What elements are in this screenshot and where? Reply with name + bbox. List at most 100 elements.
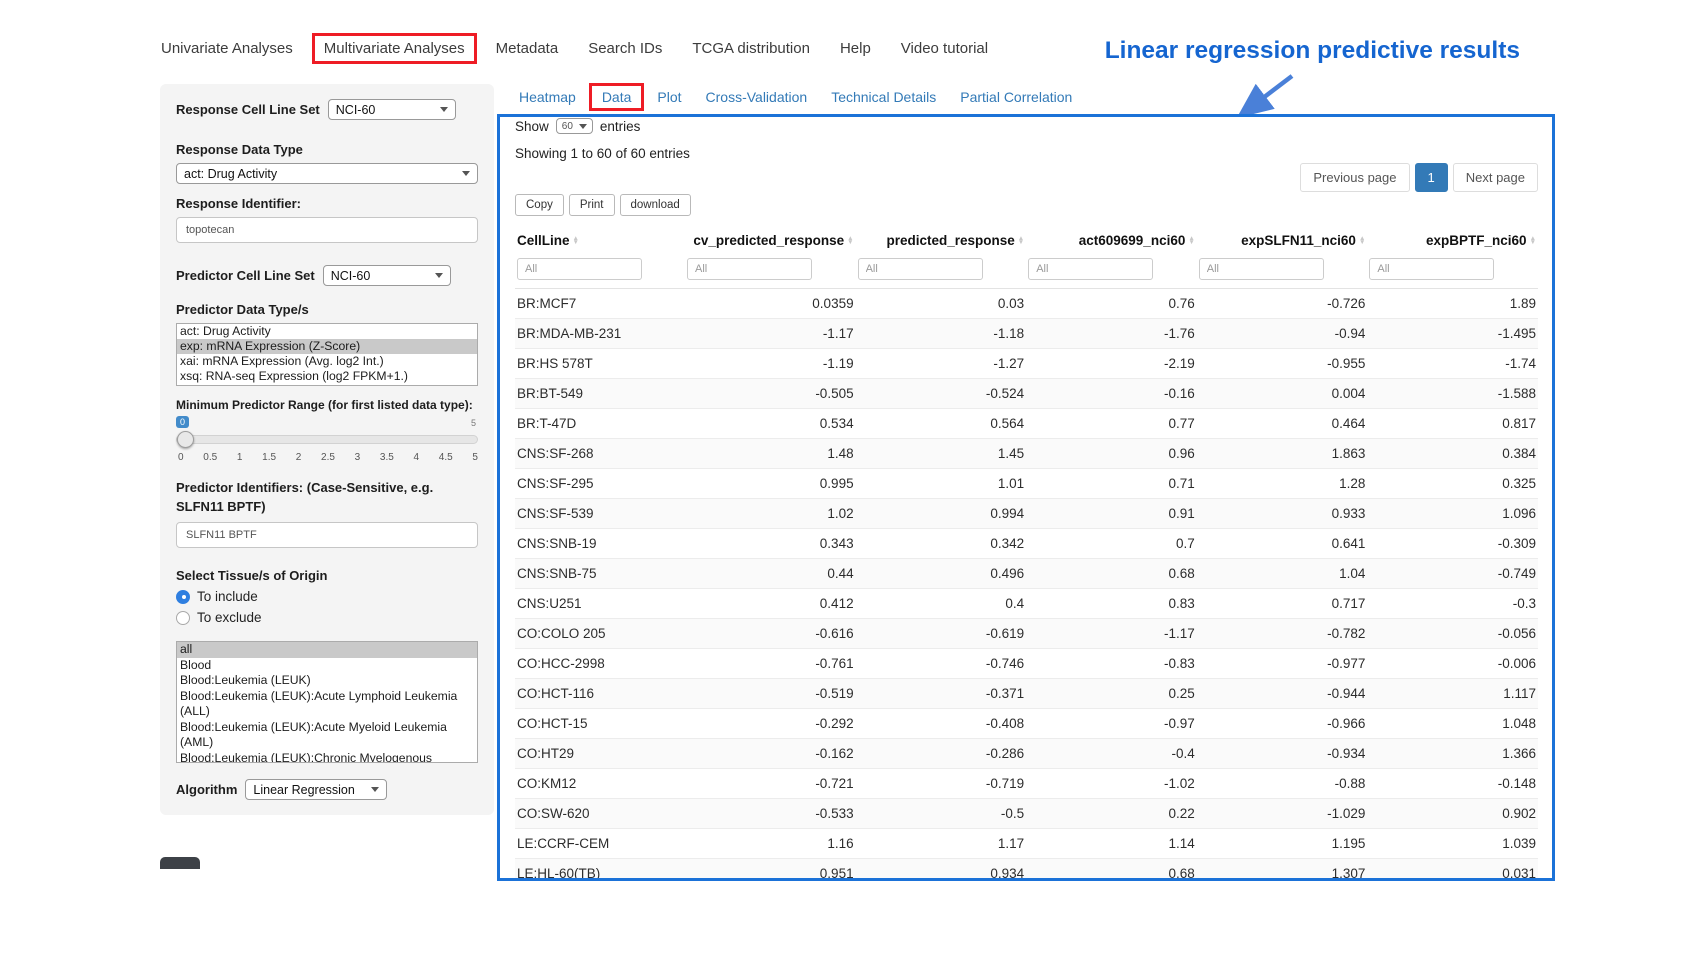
cell-line-name: BR:BT-549 <box>515 379 685 409</box>
sort-icon[interactable]: ▲▼ <box>1530 237 1536 246</box>
cell-value: 0.717 <box>1197 589 1368 619</box>
column-header-cv-predicted-response[interactable]: cv_predicted_response▲▼ <box>685 225 856 256</box>
nav-item-video-tutorial[interactable]: Video tutorial <box>901 40 988 57</box>
algorithm-select[interactable]: Linear Regression <box>245 779 387 800</box>
column-header-cellline[interactable]: CellLine▲▼ <box>515 225 685 256</box>
cell-line-name: LE:CCRF-CEM <box>515 829 685 859</box>
cell-value: 1.28 <box>1197 469 1368 499</box>
cell-value: 1.14 <box>1026 829 1197 859</box>
predictor-cell-line-set-select[interactable]: NCI-60 <box>323 265 451 286</box>
tissue-option[interactable]: Blood:Leukemia (LEUK):Acute Myeloid Leuk… <box>177 720 477 751</box>
copy-button[interactable]: Copy <box>515 194 564 216</box>
result-tabs: HeatmapDataPlotCross-ValidationTechnical… <box>519 89 1072 105</box>
algorithm-value: Linear Regression <box>253 783 354 797</box>
filter-input-expslfn11-nci60[interactable] <box>1199 258 1324 280</box>
predictor-data-type-option[interactable]: exp: mRNA Expression (Z-Score) <box>177 339 477 354</box>
slider-tick-label: 0 <box>178 452 184 463</box>
column-header-act609699-nci60[interactable]: act609699_nci60▲▼ <box>1026 225 1197 256</box>
tab-plot[interactable]: Plot <box>657 89 681 105</box>
nav-item-help[interactable]: Help <box>840 40 871 57</box>
slider-tick-label: 1 <box>237 452 243 463</box>
cell-value: -0.533 <box>685 799 856 829</box>
cell-value: 0.817 <box>1367 409 1538 439</box>
filter-input-cv-predicted-response[interactable] <box>687 258 812 280</box>
download-button[interactable]: download <box>620 194 691 216</box>
cell-line-name: CNS:SF-268 <box>515 439 685 469</box>
tissue-include-option[interactable]: To include <box>176 589 478 604</box>
table-row: BR:T-47D0.5340.5640.770.4640.817 <box>515 409 1538 439</box>
tab-partial-correlation[interactable]: Partial Correlation <box>960 89 1072 105</box>
cell-value: 1.16 <box>685 829 856 859</box>
tab-heatmap[interactable]: Heatmap <box>519 89 576 105</box>
nav-item-univariate-analyses[interactable]: Univariate Analyses <box>161 40 293 57</box>
response-cell-line-set-label: Response Cell Line Set <box>176 102 320 117</box>
filter-input-act609699-nci60[interactable] <box>1028 258 1153 280</box>
filter-input-predicted-response[interactable] <box>858 258 983 280</box>
print-button[interactable]: Print <box>569 194 615 216</box>
min-predictor-range-slider[interactable]: 0 5 00.511.522.533.544.55 <box>176 418 478 466</box>
tissue-exclude-option[interactable]: To exclude <box>176 610 478 625</box>
sort-icon[interactable]: ▲▼ <box>1018 237 1024 246</box>
table-row: CNS:SF-2681.481.450.961.8630.384 <box>515 439 1538 469</box>
response-data-type-select[interactable]: act: Drug Activity <box>176 163 478 184</box>
sort-icon[interactable]: ▲▼ <box>1359 237 1365 246</box>
cell-value: 1.17 <box>856 829 1027 859</box>
cell-value: -1.18 <box>856 319 1027 349</box>
response-cell-line-set-select[interactable]: NCI-60 <box>328 99 456 120</box>
tab-data[interactable]: Data <box>589 83 645 111</box>
cell-value: 1.89 <box>1367 289 1538 319</box>
tab-cross-validation[interactable]: Cross-Validation <box>706 89 808 105</box>
slider-handle[interactable] <box>177 431 194 448</box>
cell-value: -0.944 <box>1197 679 1368 709</box>
sort-down-icon: ▼ <box>847 241 853 246</box>
show-entries-select[interactable]: 60 <box>556 118 593 134</box>
exclude-radio[interactable] <box>176 611 190 625</box>
tab-technical-details[interactable]: Technical Details <box>831 89 936 105</box>
predictor-data-type-option[interactable]: act: Drug Activity <box>177 324 477 339</box>
previous-page-button[interactable]: Previous page <box>1300 163 1409 192</box>
filter-input-expbptf-nci60[interactable] <box>1369 258 1494 280</box>
sort-icon[interactable]: ▲▼ <box>847 237 853 246</box>
predictor-data-type-listbox[interactable]: act: Drug Activityexp: mRNA Expression (… <box>176 323 478 386</box>
tissue-option[interactable]: Blood:Leukemia (LEUK):Chronic Myelogenou… <box>177 751 477 764</box>
table-row: CO:SW-620-0.533-0.50.22-1.0290.902 <box>515 799 1538 829</box>
tissue-listbox[interactable]: allBloodBlood:Leukemia (LEUK)Blood:Leuke… <box>176 641 478 763</box>
cell-line-name: BR:MDA-MB-231 <box>515 319 685 349</box>
cell-value: -0.408 <box>856 709 1027 739</box>
nav-item-tcga-distribution[interactable]: TCGA distribution <box>692 40 810 57</box>
slider-tick-label: 2.5 <box>321 452 335 463</box>
cell-line-name: CNS:SNB-75 <box>515 559 685 589</box>
cell-value: 0.641 <box>1197 529 1368 559</box>
predictor-data-type-option[interactable]: xai: mRNA Expression (Avg. log2 Int.) <box>177 354 477 369</box>
predictor-cell-line-set-label: Predictor Cell Line Set <box>176 268 315 283</box>
nav-item-search-ids[interactable]: Search IDs <box>588 40 662 57</box>
column-header-predicted-response[interactable]: predicted_response▲▼ <box>856 225 1027 256</box>
response-identifier-input[interactable] <box>176 217 478 243</box>
cell-value: -0.97 <box>1026 709 1197 739</box>
nav-item-metadata[interactable]: Metadata <box>496 40 559 57</box>
column-header-expslfn11-nci60[interactable]: expSLFN11_nci60▲▼ <box>1197 225 1368 256</box>
cell-line-name: CO:HT29 <box>515 739 685 769</box>
predictor-identifiers-input[interactable] <box>176 522 478 548</box>
sort-down-icon: ▼ <box>1359 241 1365 246</box>
cell-line-name: CNS:SNB-19 <box>515 529 685 559</box>
predictor-data-type-option[interactable]: xsq: RNA-seq Expression (log2 FPKM+1.) <box>177 369 477 384</box>
current-page-button[interactable]: 1 <box>1415 163 1448 192</box>
cell-line-name: CO:COLO 205 <box>515 619 685 649</box>
filter-input-cellline[interactable] <box>517 258 642 280</box>
next-page-button[interactable]: Next page <box>1453 163 1538 192</box>
column-header-expbptf-nci60[interactable]: expBPTF_nci60▲▼ <box>1367 225 1538 256</box>
tissue-option[interactable]: Blood:Leukemia (LEUK):Acute Lymphoid Leu… <box>177 689 477 720</box>
cell-value: 0.91 <box>1026 499 1197 529</box>
nav-item-multivariate-analyses[interactable]: Multivariate Analyses <box>312 33 477 64</box>
cell-value: -0.371 <box>856 679 1027 709</box>
cell-line-name: CO:KM12 <box>515 769 685 799</box>
sort-icon[interactable]: ▲▼ <box>573 237 579 246</box>
slider-track[interactable] <box>176 435 478 444</box>
tissue-option[interactable]: Blood:Leukemia (LEUK) <box>177 673 477 689</box>
sort-icon[interactable]: ▲▼ <box>1188 237 1194 246</box>
tissue-option[interactable]: Blood <box>177 658 477 674</box>
tissue-option[interactable]: all <box>177 642 477 658</box>
include-radio[interactable] <box>176 590 190 604</box>
cell-value: -0.5 <box>856 799 1027 829</box>
